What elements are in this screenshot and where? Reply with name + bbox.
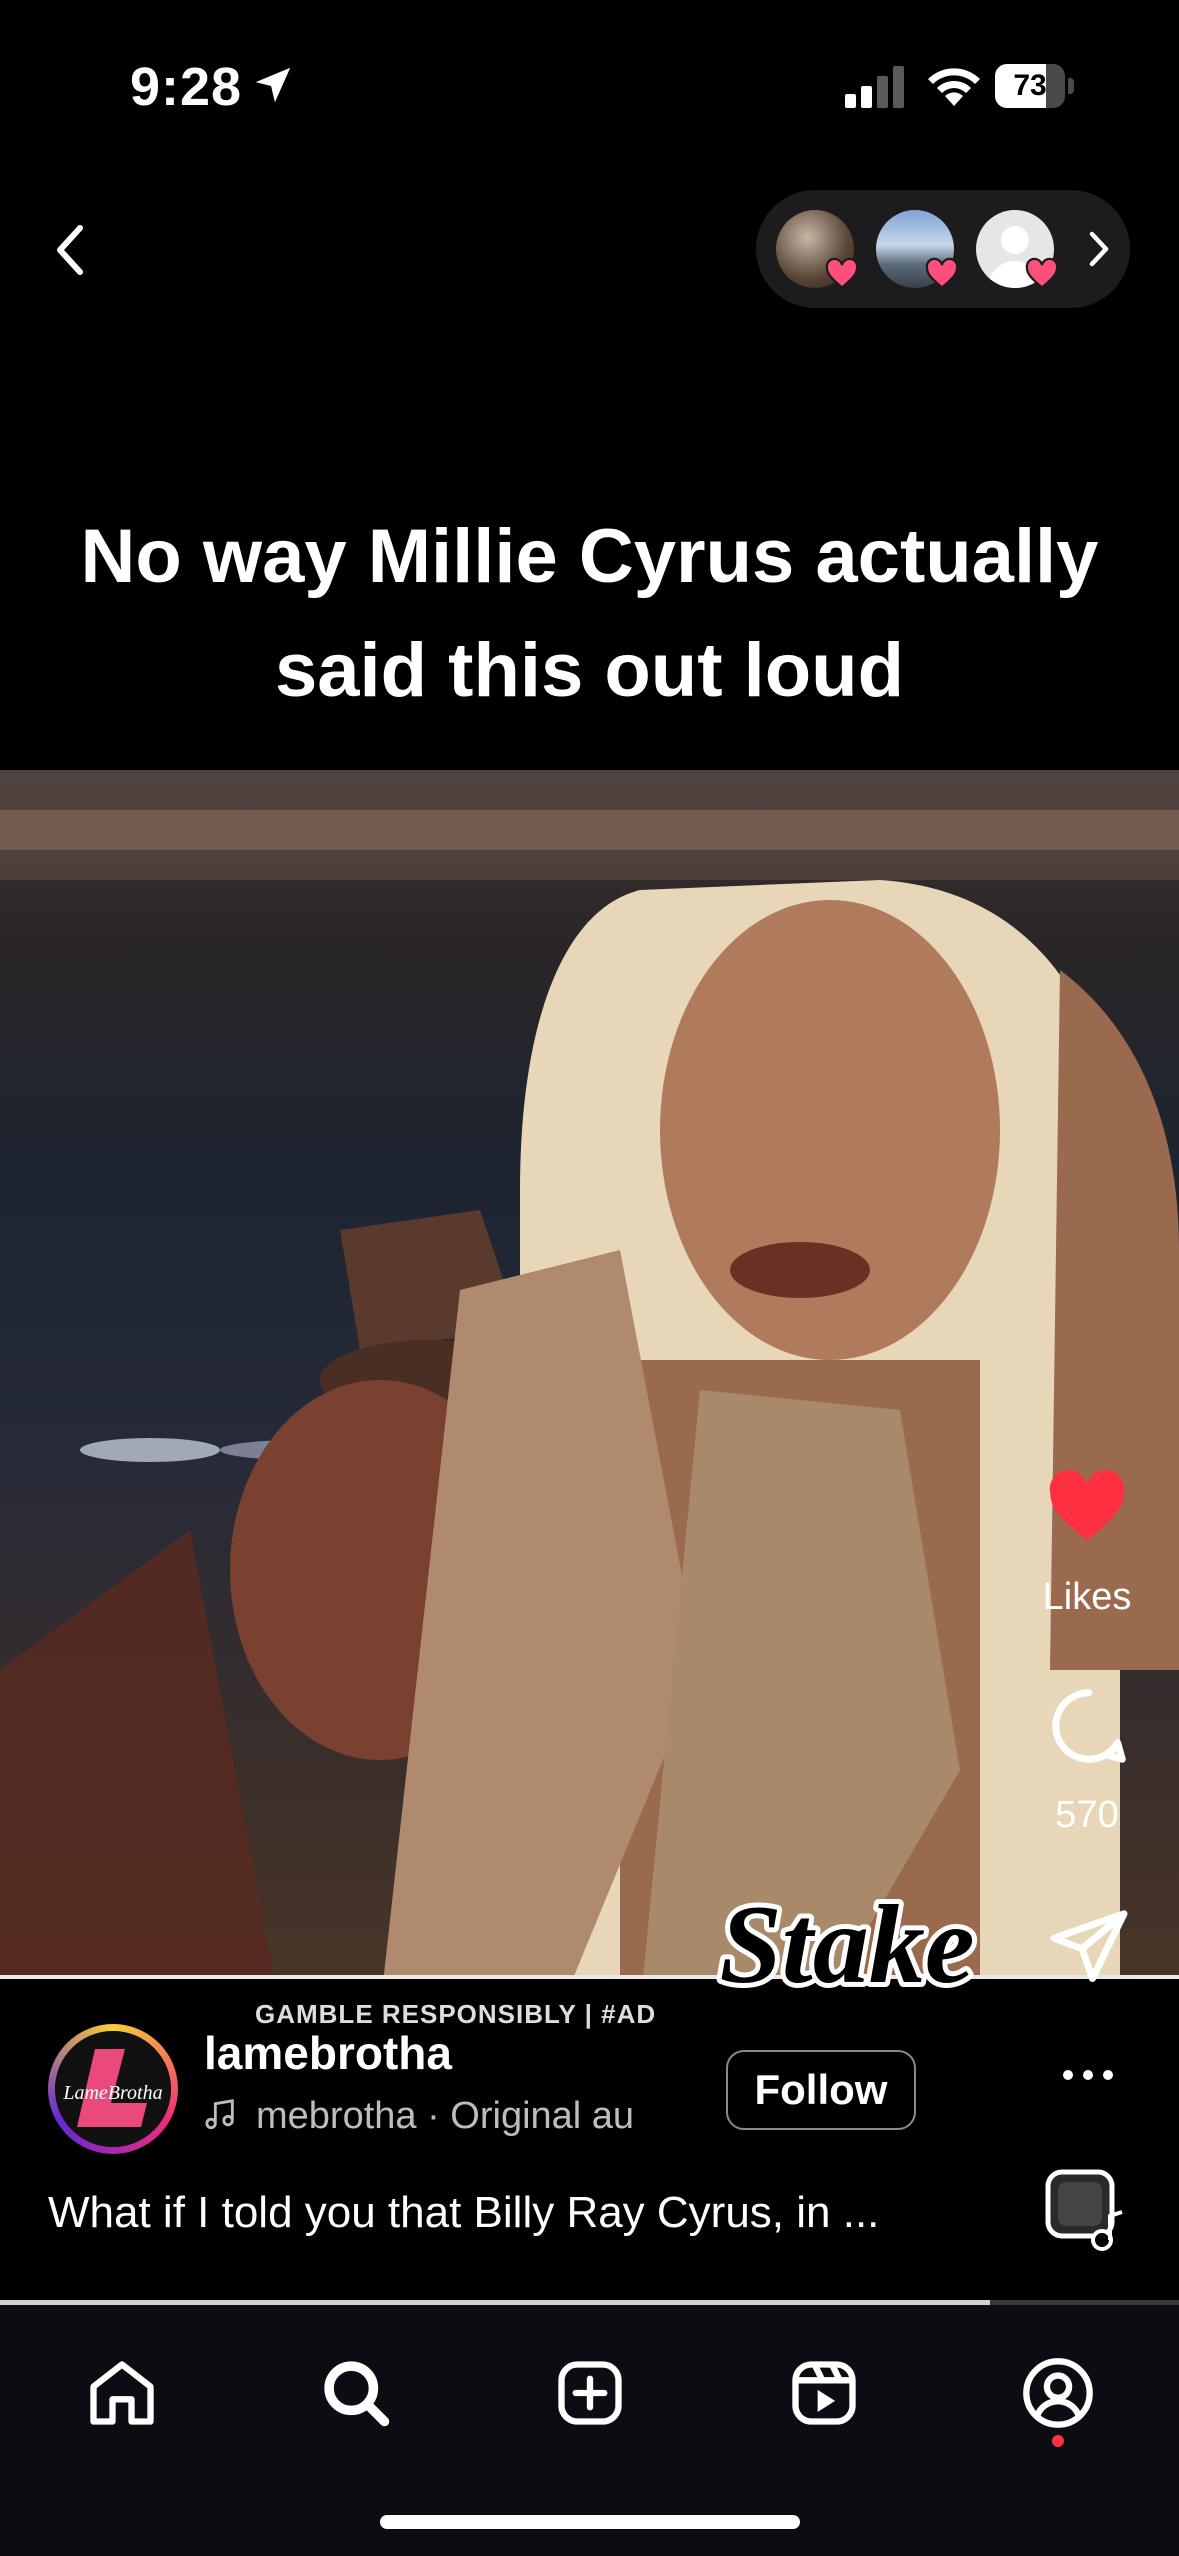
tab-profile[interactable] — [1018, 2353, 1098, 2433]
heart-badge-icon — [825, 257, 859, 289]
like-heart-icon[interactable] — [1045, 1465, 1129, 1549]
chevron-right-icon — [1089, 231, 1109, 267]
heart-badge-icon — [925, 257, 959, 289]
audio-track[interactable]: mebrotha · Original au — [204, 2095, 694, 2138]
heart-badge-icon — [1025, 257, 1059, 289]
author-username[interactable]: lamebrotha — [204, 2026, 452, 2080]
battery-icon: 73 — [995, 64, 1075, 110]
audio-track-label: mebrotha · Original au — [256, 2095, 635, 2137]
ad-banner[interactable]: GAMBLE RESPONSIBLY | #AD — [0, 1975, 1179, 2049]
music-note-icon — [205, 2099, 234, 2130]
video-frame — [0, 770, 1179, 2010]
comments-count[interactable]: 570 — [1027, 1794, 1147, 1837]
battery-percent: 73 — [1013, 69, 1047, 102]
profile-icon — [1023, 2358, 1093, 2428]
post-headline: No way Millie Cyrus actually said this o… — [80, 514, 1099, 713]
back-button[interactable] — [40, 210, 100, 290]
svg-text:Stake: Stake — [719, 1883, 974, 2007]
stake-logo: Stake — [714, 1878, 979, 2012]
chevron-left-icon — [57, 225, 83, 275]
tab-create[interactable] — [550, 2353, 630, 2433]
author-avatar[interactable]: LameBrotha — [48, 2024, 178, 2154]
search-icon — [324, 2361, 390, 2427]
author-logo: LameBrotha — [55, 2031, 171, 2147]
audio-thumbnail-icon[interactable] — [1044, 2168, 1124, 2252]
svg-text:LameBrotha: LameBrotha — [62, 2082, 162, 2104]
tab-home[interactable] — [82, 2353, 162, 2433]
likes-label[interactable]: Likes — [1027, 1576, 1147, 1619]
reels-icon — [792, 2361, 856, 2425]
post-caption[interactable]: What if I told you that Billy Ray Cyrus,… — [48, 2188, 978, 2238]
tab-reels[interactable] — [784, 2353, 864, 2433]
profile-notification-dot — [1052, 2435, 1064, 2447]
wifi-icon — [928, 68, 980, 106]
comment-icon[interactable] — [1047, 1684, 1131, 1768]
home-indicator — [380, 2515, 800, 2529]
signal-icon — [845, 66, 904, 108]
status-time: 9:28 — [130, 57, 243, 117]
tab-search[interactable] — [316, 2353, 396, 2433]
plus-square-icon — [558, 2361, 622, 2425]
liked-by-viewers-button[interactable] — [756, 190, 1130, 308]
location-arrow-icon — [255, 67, 291, 103]
reel-video[interactable] — [0, 770, 1179, 2010]
more-options-icon[interactable] — [1060, 2060, 1116, 2090]
follow-button[interactable]: Follow — [726, 2050, 916, 2130]
share-send-icon[interactable] — [1047, 1905, 1131, 1989]
home-icon — [90, 2361, 154, 2425]
